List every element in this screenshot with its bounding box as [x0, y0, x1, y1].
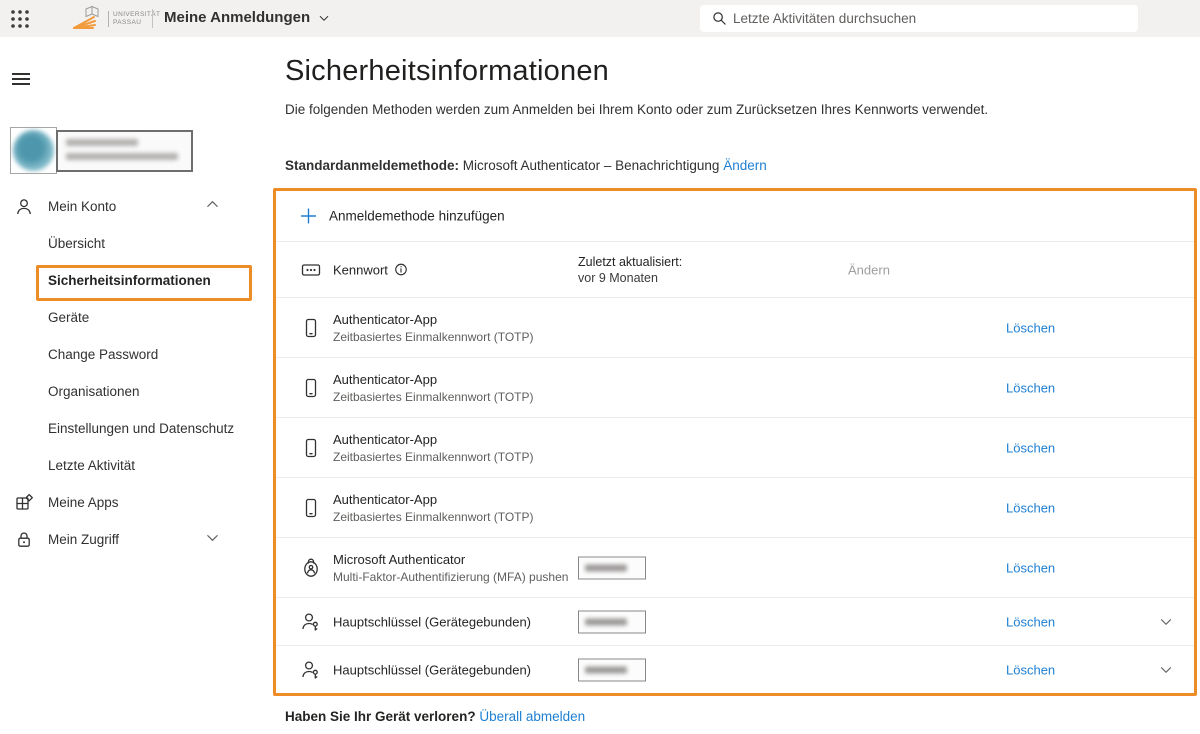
- method-row-microsoft-authenticator: Microsoft Authenticator Multi-Faktor-Aut…: [276, 537, 1194, 597]
- method-row-kennwort: Kennwort Zuletzt aktualisiert:vor 9 Mona…: [276, 241, 1194, 297]
- lock-icon: [14, 530, 34, 550]
- sidebar-item-geräte[interactable]: Geräte: [0, 299, 270, 336]
- device-name-redacted: [578, 658, 646, 681]
- löschen-link[interactable]: Löschen: [1006, 320, 1055, 335]
- sidebar: Mein Konto Übersicht Sicherheitsinformat…: [0, 37, 270, 734]
- default-method-change-link[interactable]: Ändern: [723, 158, 767, 173]
- avatar: [10, 127, 57, 174]
- university-logo-icon: [70, 5, 104, 33]
- sign-in-methods-table: Anmeldemethode hinzufügen Kennwort Zulet…: [273, 188, 1197, 696]
- hamburger-menu-icon[interactable]: [12, 70, 34, 88]
- chevron-down-icon[interactable]: [1157, 613, 1175, 631]
- page-title: Sicherheitsinformationen: [285, 55, 609, 88]
- phone-icon: [300, 377, 322, 399]
- method-row-hauptschlüssel-gerätegebunden: Hauptschlüssel (Gerätegebunden) Löschen: [276, 597, 1194, 645]
- app-launcher-icon[interactable]: [10, 9, 30, 29]
- info-icon[interactable]: [394, 263, 408, 277]
- sidebar-item-meine-apps[interactable]: Meine Apps: [0, 484, 270, 521]
- phone-icon: [300, 497, 322, 519]
- device-name-redacted: [578, 556, 646, 579]
- sidebar-item-letzte-aktivität[interactable]: Letzte Aktivität: [0, 447, 270, 484]
- löschen-link[interactable]: Löschen: [1006, 662, 1055, 677]
- add-method-label: Anmeldemethode hinzufügen: [329, 209, 505, 224]
- löschen-link[interactable]: Löschen: [1006, 440, 1055, 455]
- chevron-down-icon: [318, 12, 330, 24]
- person-icon: [14, 197, 34, 217]
- default-method-value: Microsoft Authenticator – Benachrichtigu…: [459, 158, 723, 173]
- page-subtitle: Die folgenden Methoden werden zum Anmeld…: [285, 102, 988, 117]
- method-row-authenticator-app: Authenticator-App Zeitbasiertes Einmalke…: [276, 417, 1194, 477]
- chevron-down-icon[interactable]: [1157, 661, 1175, 679]
- method-row-hauptschlüssel-gerätegebunden: Hauptschlüssel (Gerätegebunden) Löschen: [276, 645, 1194, 693]
- device-name-redacted: [578, 610, 646, 633]
- main-content: Sicherheitsinformationen Die folgenden M…: [270, 37, 1200, 734]
- phone-icon: [300, 437, 322, 459]
- sign-out-everywhere-link[interactable]: Überall abmelden: [479, 709, 585, 724]
- passkey-icon: [300, 659, 322, 681]
- sidebar-item-mein-konto[interactable]: Mein Konto: [0, 188, 270, 225]
- lost-device-line: Haben Sie Ihr Gerät verloren? Überall ab…: [285, 709, 585, 724]
- search-input[interactable]: [733, 11, 1113, 26]
- sidebar-item-sicherheitsinformationen[interactable]: Sicherheitsinformationen: [0, 262, 270, 299]
- lost-device-label: Haben Sie Ihr Gerät verloren?: [285, 709, 476, 724]
- sidebar-item-mein-zugriff[interactable]: Mein Zugriff: [0, 521, 270, 558]
- default-method-line: Standardanmeldemethode: Microsoft Authen…: [285, 158, 767, 173]
- chevron-down-icon: [205, 530, 220, 550]
- add-method-button[interactable]: Anmeldemethode hinzufügen: [276, 191, 1194, 241]
- löschen-link[interactable]: Löschen: [1006, 380, 1055, 395]
- avatar-image-redacted: [13, 130, 54, 171]
- university-passau-logo: UNIVERSITÄT PASSAU: [70, 4, 160, 33]
- topbar-divider: [152, 9, 153, 28]
- löschen-link[interactable]: Löschen: [1006, 614, 1055, 629]
- sidebar-item-change-password[interactable]: Change Password: [0, 336, 270, 373]
- method-row-authenticator-app: Authenticator-App Zeitbasiertes Einmalke…: [276, 477, 1194, 537]
- plus-icon: [300, 208, 317, 225]
- top-bar: UNIVERSITÄT PASSAU Meine Anmeldungen: [0, 0, 1200, 37]
- password-icon: [300, 259, 322, 281]
- löschen-link[interactable]: Löschen: [1006, 500, 1055, 515]
- löschen-link[interactable]: Löschen: [1006, 560, 1055, 575]
- profile-name-redacted: [56, 130, 193, 172]
- method-row-authenticator-app: Authenticator-App Zeitbasiertes Einmalke…: [276, 357, 1194, 417]
- my-signins-app: UNIVERSITÄT PASSAU Meine Anmeldungen: [0, 0, 1200, 734]
- authenticator-icon: [300, 557, 322, 579]
- search-box: [700, 5, 1138, 32]
- user-profile[interactable]: [10, 127, 240, 175]
- default-method-label: Standardanmeldemethode:: [285, 158, 459, 173]
- passkey-icon: [300, 611, 322, 633]
- portal-title-menu[interactable]: Meine Anmeldungen: [164, 9, 330, 26]
- method-detail: Zuletzt aktualisiert:vor 9 Monaten: [578, 255, 682, 285]
- portal-title: Meine Anmeldungen: [164, 9, 310, 26]
- chevron-up-icon: [205, 197, 220, 217]
- ändern-link: Ändern: [848, 262, 890, 277]
- sidebar-item-organisationen[interactable]: Organisationen: [0, 373, 270, 410]
- sidebar-item-übersicht[interactable]: Übersicht: [0, 225, 270, 262]
- method-row-authenticator-app: Authenticator-App Zeitbasiertes Einmalke…: [276, 297, 1194, 357]
- phone-icon: [300, 317, 322, 339]
- search-icon: [712, 11, 727, 26]
- sidebar-nav: Mein Konto Übersicht Sicherheitsinformat…: [0, 188, 270, 558]
- apps-icon: [14, 493, 34, 513]
- waffle-icon: [10, 9, 30, 29]
- sidebar-item-einstellungen-und-datenschutz[interactable]: Einstellungen und Datenschutz: [0, 410, 270, 447]
